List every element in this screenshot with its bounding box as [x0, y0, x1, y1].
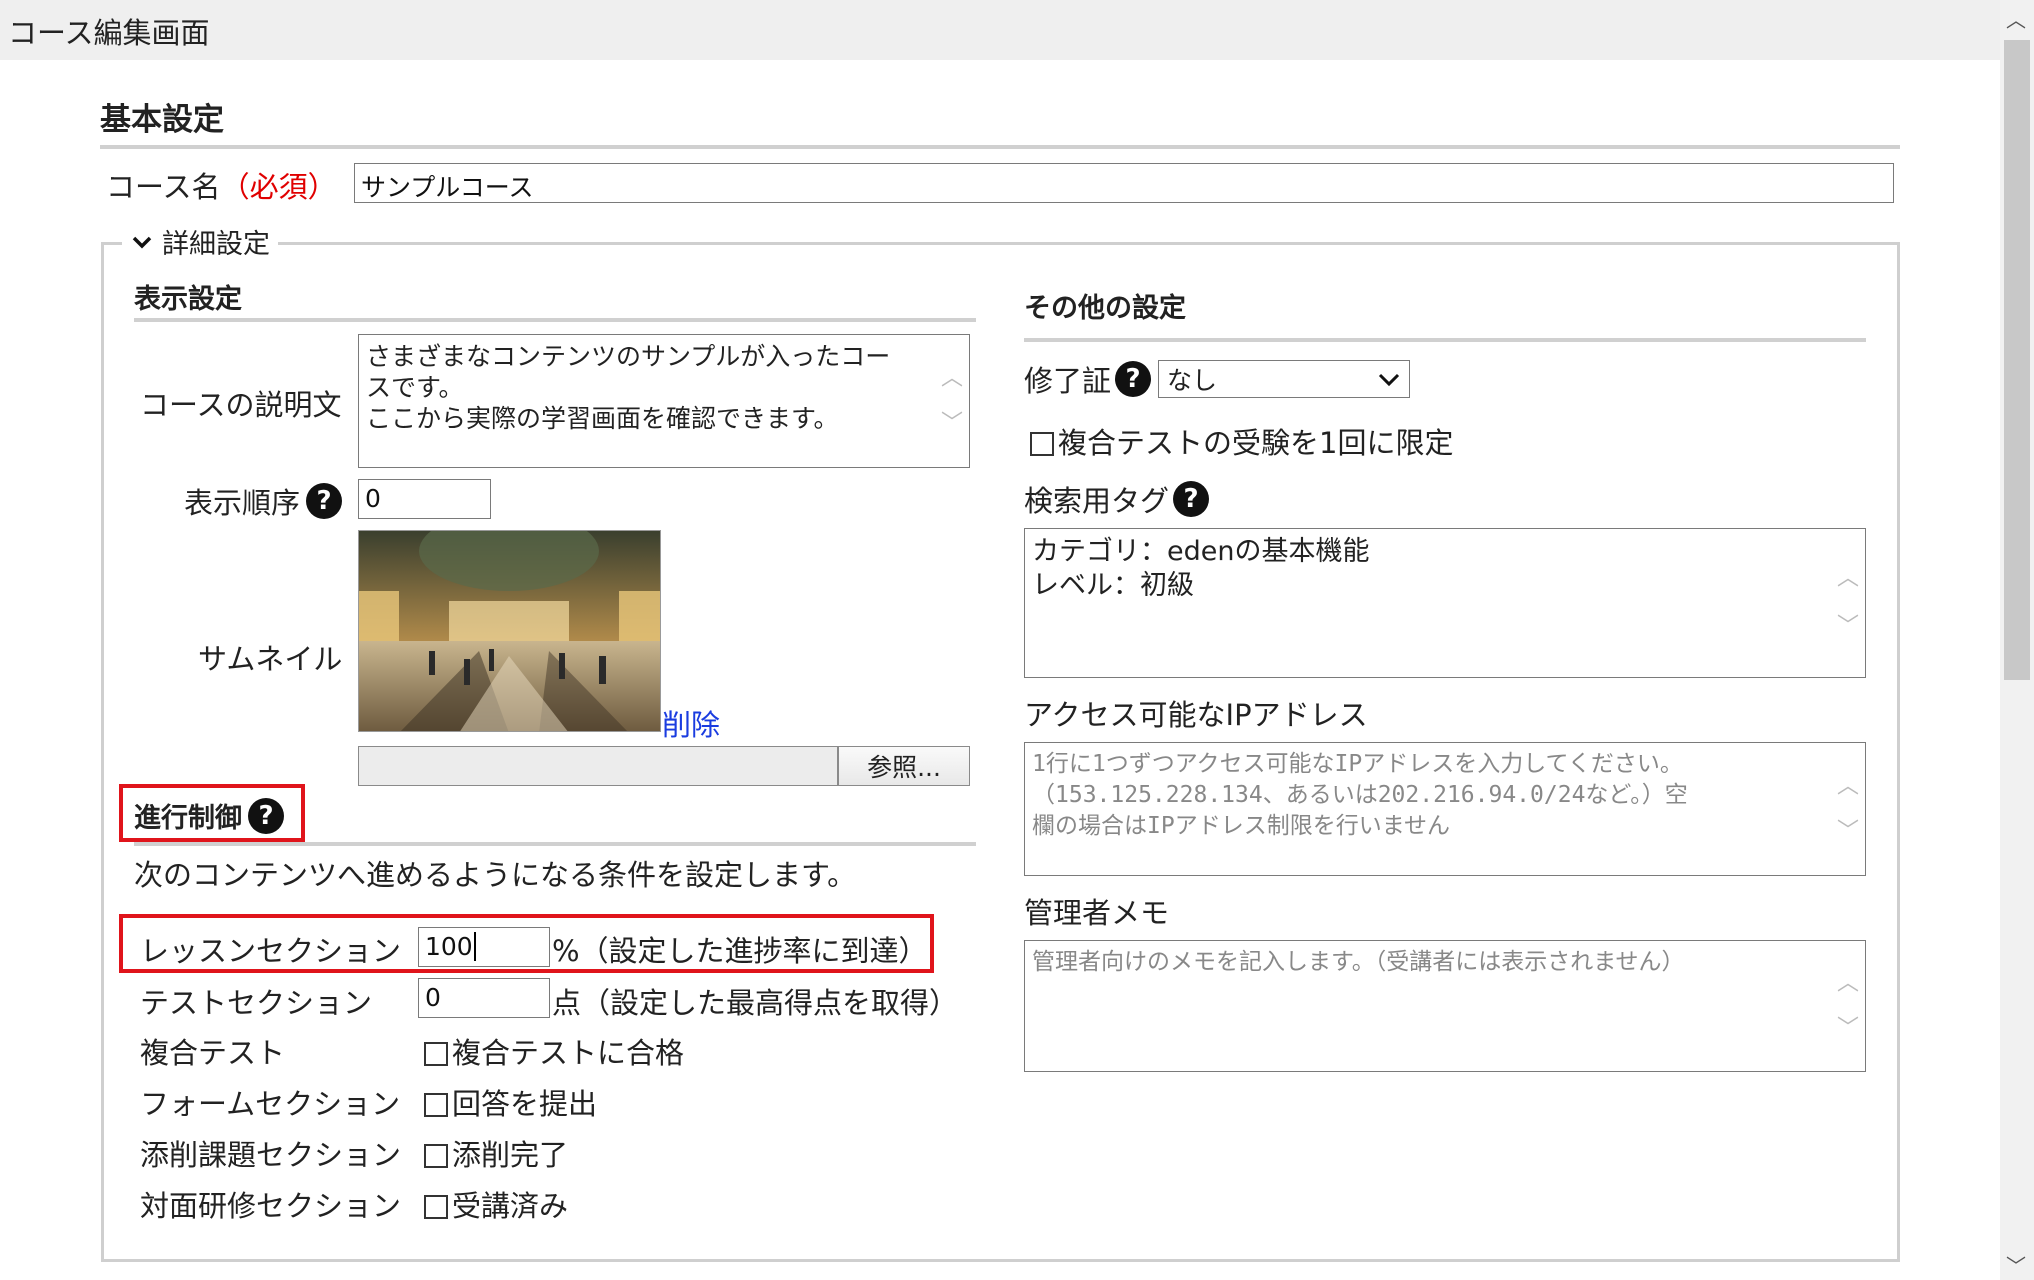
- lesson-suffix: %（設定した進捗率に到達）: [552, 934, 928, 968]
- scroll-thumb[interactable]: [2004, 40, 2030, 680]
- composite-test-option[interactable]: 複合テストに合格: [424, 1030, 684, 1072]
- certificate-selected: なし: [1167, 366, 1218, 395]
- browse-button[interactable]: 参照...: [838, 746, 970, 786]
- description-line: ここから実際の学習画面を確認できます。: [366, 404, 839, 433]
- ip-textarea[interactable]: 1行に1つずつアクセス可能なIPアドレスを入力してください。 （153.125.…: [1024, 742, 1866, 876]
- tags-line: レベル：初級: [1032, 570, 1194, 601]
- correction-check-label: 添削完了: [452, 1138, 569, 1172]
- thumbnail-image: [358, 530, 661, 732]
- order-input[interactable]: 0: [358, 479, 491, 519]
- thumbnail-delete-link[interactable]: 削除: [662, 702, 720, 744]
- question-circle-icon[interactable]: ?: [1173, 481, 1210, 517]
- textarea-scroll-arrows[interactable]: ︿ ﹀: [1837, 941, 1859, 1071]
- composite-test-checkbox[interactable]: [424, 1042, 448, 1066]
- other-divider: [1024, 338, 1866, 342]
- lesson-progress-input[interactable]: 100: [418, 927, 550, 967]
- chevron-down-icon[interactable]: ﹀: [1837, 816, 1859, 847]
- progress-heading-group: 進行制御 ?: [134, 796, 284, 835]
- facetoface-checkbox[interactable]: [424, 1195, 448, 1219]
- chevron-up-icon[interactable]: ︿: [1837, 562, 1859, 596]
- text-cursor: [473, 932, 476, 961]
- description-label: コースの説明文: [140, 388, 342, 422]
- basic-settings-heading: 基本設定: [100, 102, 224, 138]
- form-option[interactable]: 回答を提出: [424, 1081, 597, 1123]
- chevron-down-icon[interactable]: ﹀: [1837, 1013, 1859, 1044]
- memo-placeholder: 管理者向けのメモを記入します。（受講者には表示されません）: [1032, 949, 1685, 975]
- course-name-input[interactable]: サンプルコース: [354, 163, 1894, 203]
- limit-checkbox[interactable]: [1030, 432, 1054, 456]
- required-mark: （必須）: [220, 170, 337, 204]
- description-line: スです。: [366, 373, 464, 402]
- textarea-scroll-arrows[interactable]: ︿ ﹀: [1837, 743, 1859, 875]
- chevron-down-icon: [1378, 373, 1400, 387]
- course-name-label-text: コース名: [106, 170, 221, 204]
- test-score-input[interactable]: 0: [418, 978, 550, 1018]
- scroll-down-icon[interactable]: ﹀: [2006, 1250, 2026, 1279]
- progress-heading: 進行制御: [134, 803, 242, 834]
- description-line: さまざまなコンテンツのサンプルが入ったコー: [366, 342, 891, 371]
- file-path-field[interactable]: [358, 746, 838, 786]
- certificate-select[interactable]: なし: [1158, 360, 1410, 398]
- facetoface-option[interactable]: 受講済み: [424, 1183, 568, 1225]
- order-label-group: 表示順序 ?: [184, 480, 343, 522]
- test-section-label: テストセクション: [140, 986, 373, 1020]
- ip-placeholder: （153.125.228.134、あるいは202.216.94.0/24など。）…: [1032, 782, 1688, 808]
- progress-description: 次のコンテンツへ進めるようになる条件を設定します。: [134, 858, 857, 892]
- chevron-up-icon[interactable]: ︿: [1837, 771, 1859, 802]
- chevron-down-icon: [132, 236, 152, 248]
- order-label: 表示順序: [184, 486, 301, 520]
- correction-section-label: 添削課題セクション: [140, 1138, 402, 1172]
- tags-label: 検索用タグ: [1024, 484, 1170, 518]
- description-textarea[interactable]: さまざまなコンテンツのサンプルが入ったコー スです。 ここから実際の学習画面を確…: [358, 334, 970, 468]
- limit-option[interactable]: 複合テストの受験を1回に限定: [1030, 420, 1453, 462]
- chevron-up-icon[interactable]: ︿: [941, 363, 963, 394]
- memo-label: 管理者メモ: [1024, 896, 1170, 930]
- display-settings-heading: 表示設定: [134, 284, 242, 315]
- title-bar: [0, 0, 2000, 60]
- other-settings-heading: その他の設定: [1024, 293, 1186, 324]
- question-circle-icon[interactable]: ?: [306, 483, 343, 519]
- progress-divider: [134, 842, 976, 846]
- display-divider: [134, 318, 976, 322]
- chevron-down-icon[interactable]: ﹀: [1837, 610, 1859, 644]
- test-suffix: 点（設定した最高得点を取得）: [552, 986, 959, 1020]
- certificate-label: 修了証: [1024, 364, 1112, 398]
- thumbnail-label: サムネイル: [198, 642, 343, 676]
- form-check-label: 回答を提出: [452, 1087, 598, 1121]
- limit-check-label: 複合テストの受験を1回に限定: [1058, 426, 1454, 460]
- composite-test-check-label: 複合テストに合格: [452, 1036, 685, 1070]
- ip-label: アクセス可能なIPアドレス: [1024, 698, 1368, 732]
- details-legend: 詳細設定: [162, 229, 270, 260]
- correction-option[interactable]: 添削完了: [424, 1132, 568, 1174]
- form-section-label: フォームセクション: [140, 1087, 401, 1121]
- window-title: コース編集画面: [8, 16, 210, 50]
- course-name-label: コース名（必須）: [106, 164, 337, 206]
- details-toggle[interactable]: 詳細設定: [122, 222, 278, 261]
- chevron-down-icon[interactable]: ﹀: [941, 408, 963, 439]
- composite-test-label: 複合テスト: [140, 1036, 286, 1070]
- scroll-up-icon[interactable]: ︿: [2006, 4, 2026, 33]
- textarea-scroll-arrows[interactable]: ︿ ﹀: [941, 335, 963, 467]
- station-hall-photo: [359, 531, 660, 731]
- ip-placeholder: 欄の場合はIPアドレス制限を行いません: [1032, 813, 1451, 839]
- facetoface-check-label: 受講済み: [452, 1189, 569, 1223]
- tags-textarea[interactable]: カテゴリ：edenの基本機能 レベル：初級 ︿ ﹀: [1024, 528, 1866, 678]
- form-checkbox[interactable]: [424, 1093, 448, 1117]
- correction-checkbox[interactable]: [424, 1144, 448, 1168]
- facetoface-section-label: 対面研修セクション: [140, 1189, 402, 1223]
- lesson-section-label: レッスンセクション: [140, 934, 402, 968]
- basic-divider: [100, 145, 1900, 149]
- question-circle-icon[interactable]: ?: [1115, 361, 1152, 397]
- tags-label-group: 検索用タグ ?: [1024, 478, 1210, 520]
- lesson-progress-value: 100: [425, 932, 473, 961]
- memo-textarea[interactable]: 管理者向けのメモを記入します。（受講者には表示されません） ︿ ﹀: [1024, 940, 1866, 1072]
- question-circle-icon[interactable]: ?: [248, 797, 284, 834]
- textarea-scroll-arrows[interactable]: ︿ ﹀: [1837, 529, 1859, 677]
- chevron-up-icon[interactable]: ︿: [1837, 968, 1859, 999]
- certificate-label-group: 修了証 ?: [1024, 358, 1152, 400]
- ip-placeholder: 1行に1つずつアクセス可能なIPアドレスを入力してください。: [1032, 751, 1683, 777]
- tags-line: カテゴリ：edenの基本機能: [1032, 536, 1370, 567]
